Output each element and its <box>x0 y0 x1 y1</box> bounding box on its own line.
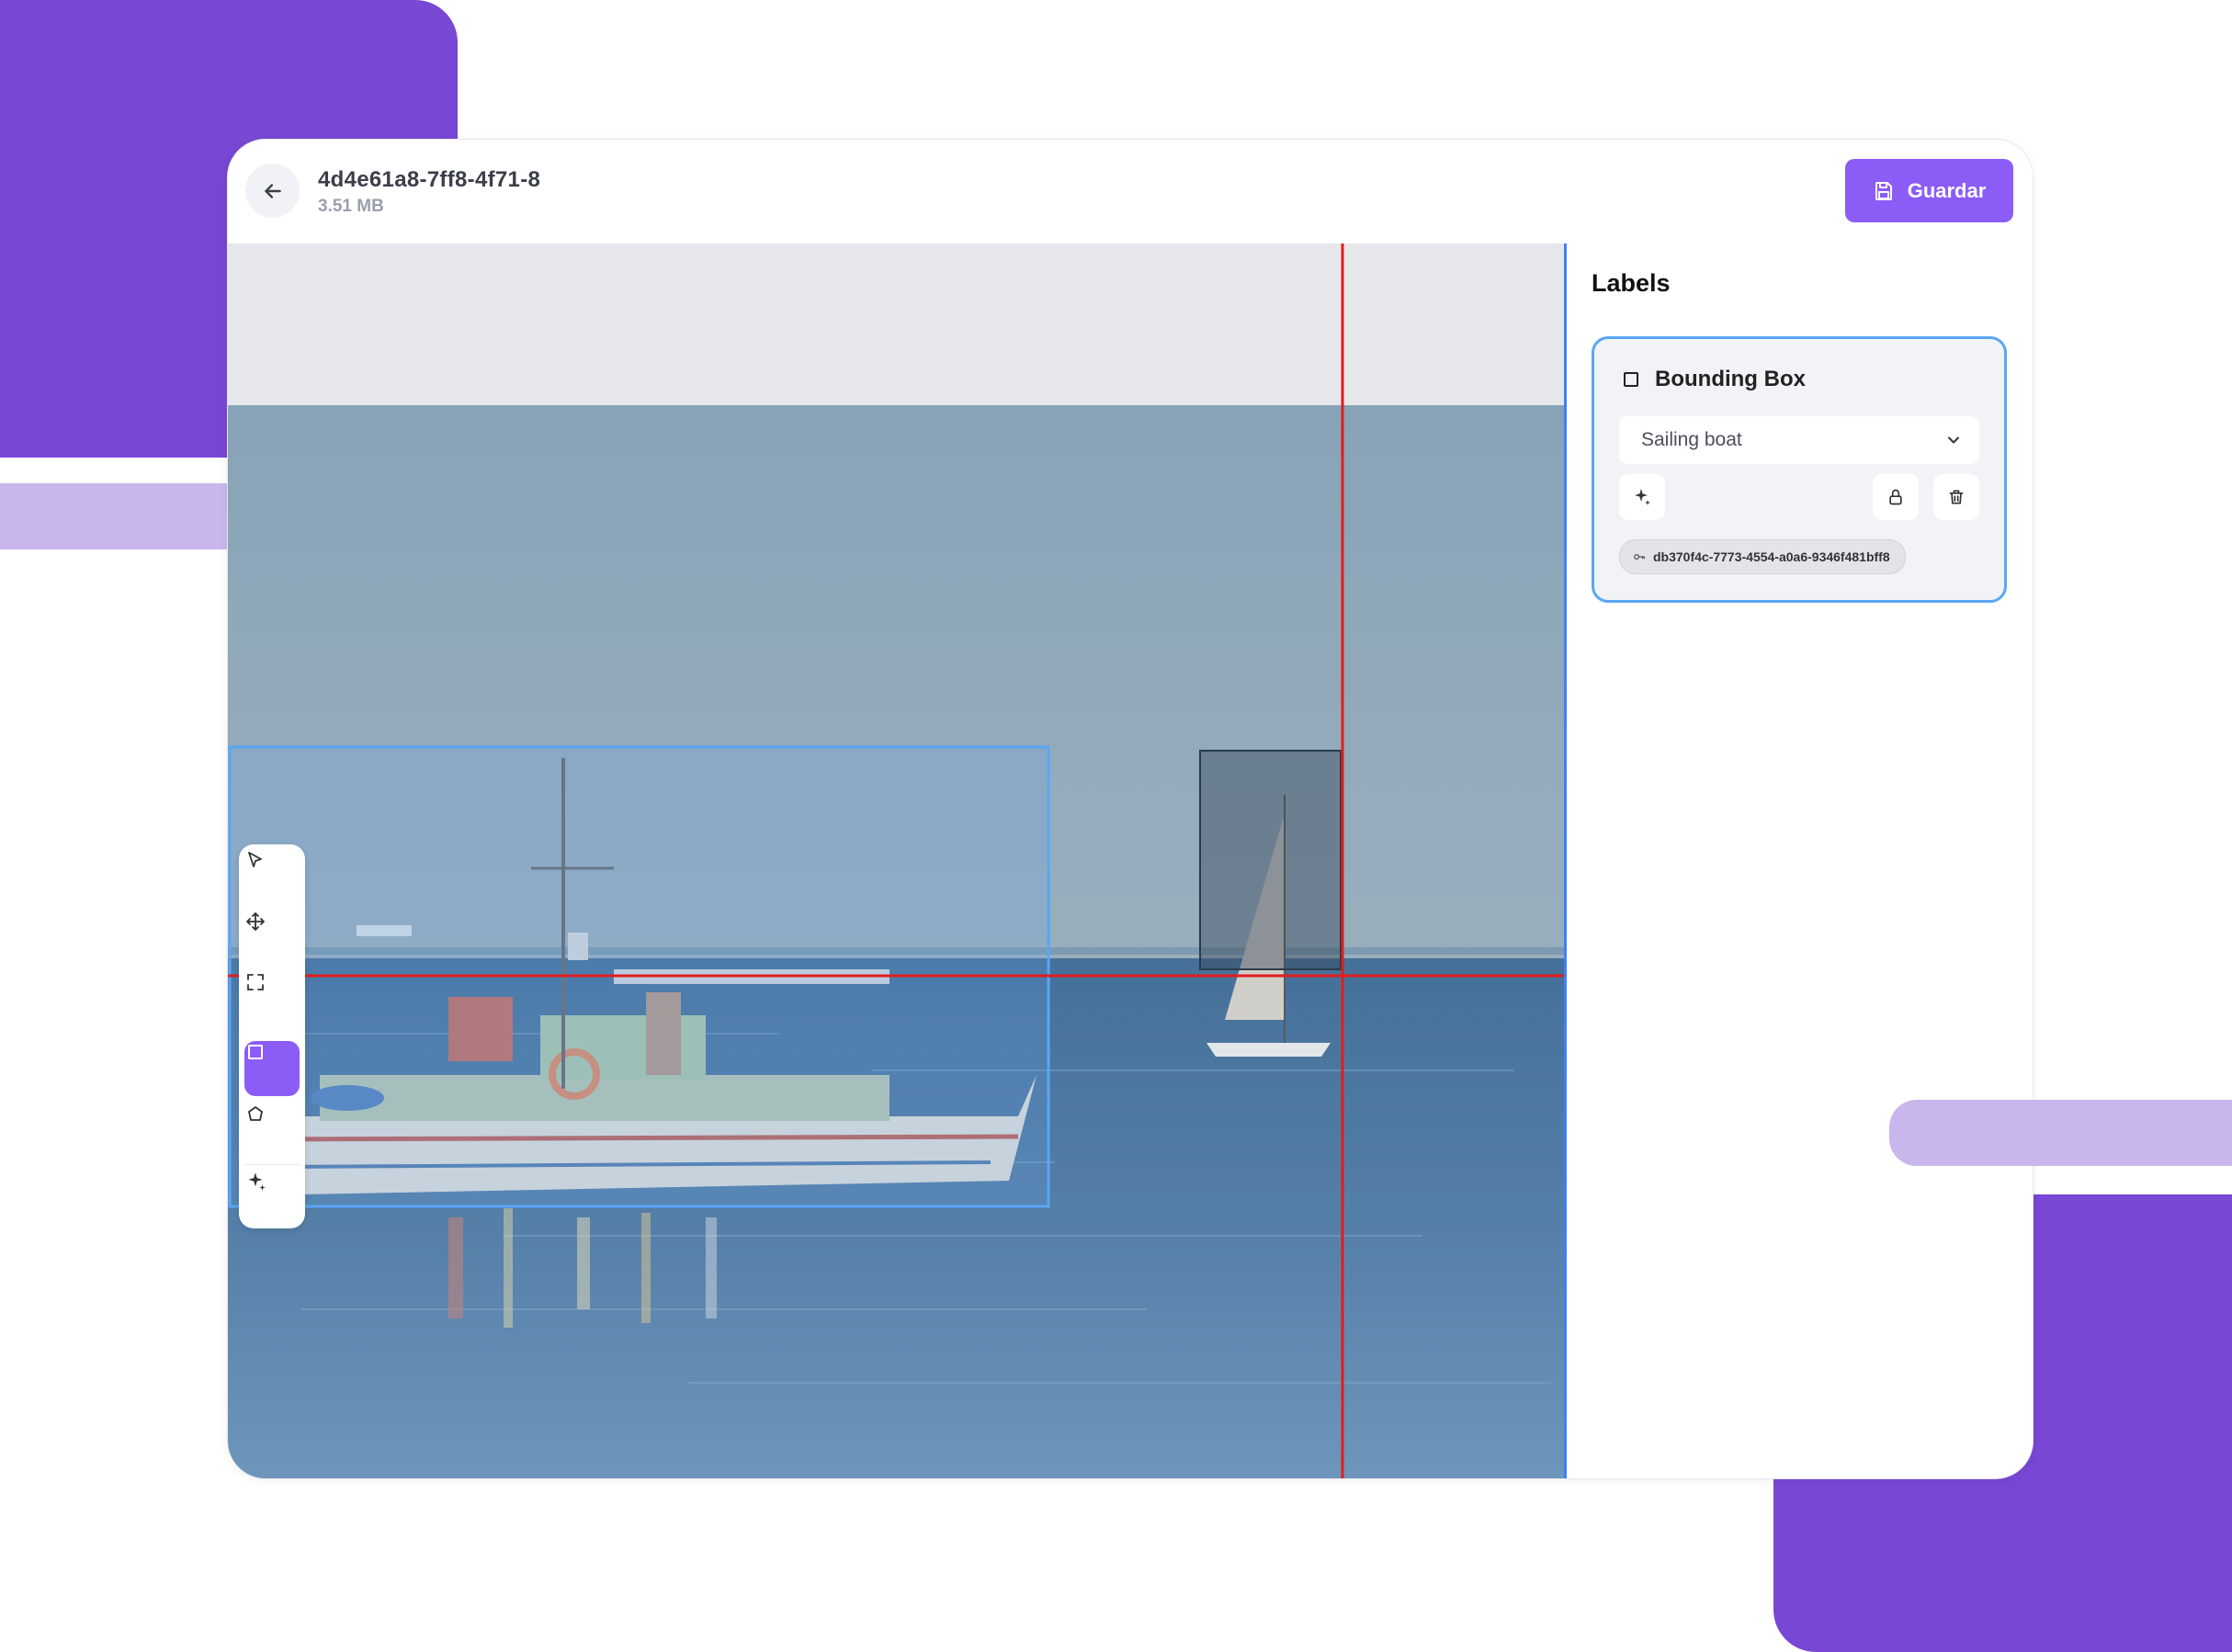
image-canvas[interactable] <box>228 243 1564 1478</box>
lock-icon <box>1889 489 1902 505</box>
label-type: Bounding Box <box>1655 367 1806 391</box>
save-button-label: Guardar <box>1907 178 1987 202</box>
square-icon <box>1624 372 1638 387</box>
pointer-tool[interactable] <box>244 850 300 905</box>
expand-corners-icon <box>247 974 264 990</box>
annotated-image <box>228 243 1564 1478</box>
labels-panel: Labels Bounding Box Sailing boat db370f4 <box>1564 243 2033 1478</box>
toolbar-divider <box>244 1164 300 1165</box>
square-icon <box>248 1045 263 1059</box>
label-card[interactable]: Bounding Box Sailing boat db370f4c-7773-… <box>1592 336 2007 603</box>
sparkles-icon <box>1635 489 1650 505</box>
delete-button[interactable] <box>1933 474 1979 520</box>
arrow-left-icon <box>264 183 281 198</box>
label-id: db370f4c-7773-4554-a0a6-9346f481bff8 <box>1653 549 1890 564</box>
sparkles-icon <box>248 1172 266 1191</box>
header-bar: 4d4e61a8-7ff8-4f71-8 3.51 MB Guardar <box>228 140 2033 243</box>
polygon-icon <box>248 1106 263 1121</box>
tool-palette <box>239 844 305 1228</box>
lock-button[interactable] <box>1873 474 1919 520</box>
polygon-tool[interactable] <box>244 1103 300 1159</box>
class-select[interactable]: Sailing boat <box>1619 416 1979 464</box>
label-card-header: Bounding Box <box>1622 367 1806 392</box>
chevron-down-icon <box>1948 436 1959 444</box>
cursor-arrow-icon <box>248 852 262 867</box>
fit-tool[interactable] <box>244 971 300 1026</box>
save-button[interactable]: Guardar <box>1845 159 2013 222</box>
labels-title: Labels <box>1592 269 1671 297</box>
trash-icon <box>1949 490 1964 504</box>
save-icon <box>1875 181 1892 200</box>
file-name: 4d4e61a8-7ff8-4f71-8 <box>318 167 541 192</box>
annotation-app-window: 4d4e61a8-7ff8-4f71-8 3.51 MB Guardar Lab… <box>227 139 2034 1479</box>
file-size: 3.51 MB <box>318 197 384 216</box>
ai-magic-tool[interactable] <box>244 1170 300 1225</box>
decor-bar-right <box>1889 1100 2232 1166</box>
bounding-box-sailing-boat[interactable] <box>1199 750 1342 970</box>
class-select-value: Sailing boat <box>1641 429 1742 450</box>
key-icon <box>1634 554 1645 560</box>
back-button[interactable] <box>245 164 300 218</box>
move-tool[interactable] <box>244 911 300 966</box>
move-arrows-icon <box>246 912 265 931</box>
bounding-box-tool[interactable] <box>244 1041 300 1096</box>
ai-suggest-button[interactable] <box>1619 474 1665 520</box>
label-id-chip[interactable]: db370f4c-7773-4554-a0a6-9346f481bff8 <box>1619 539 1906 574</box>
